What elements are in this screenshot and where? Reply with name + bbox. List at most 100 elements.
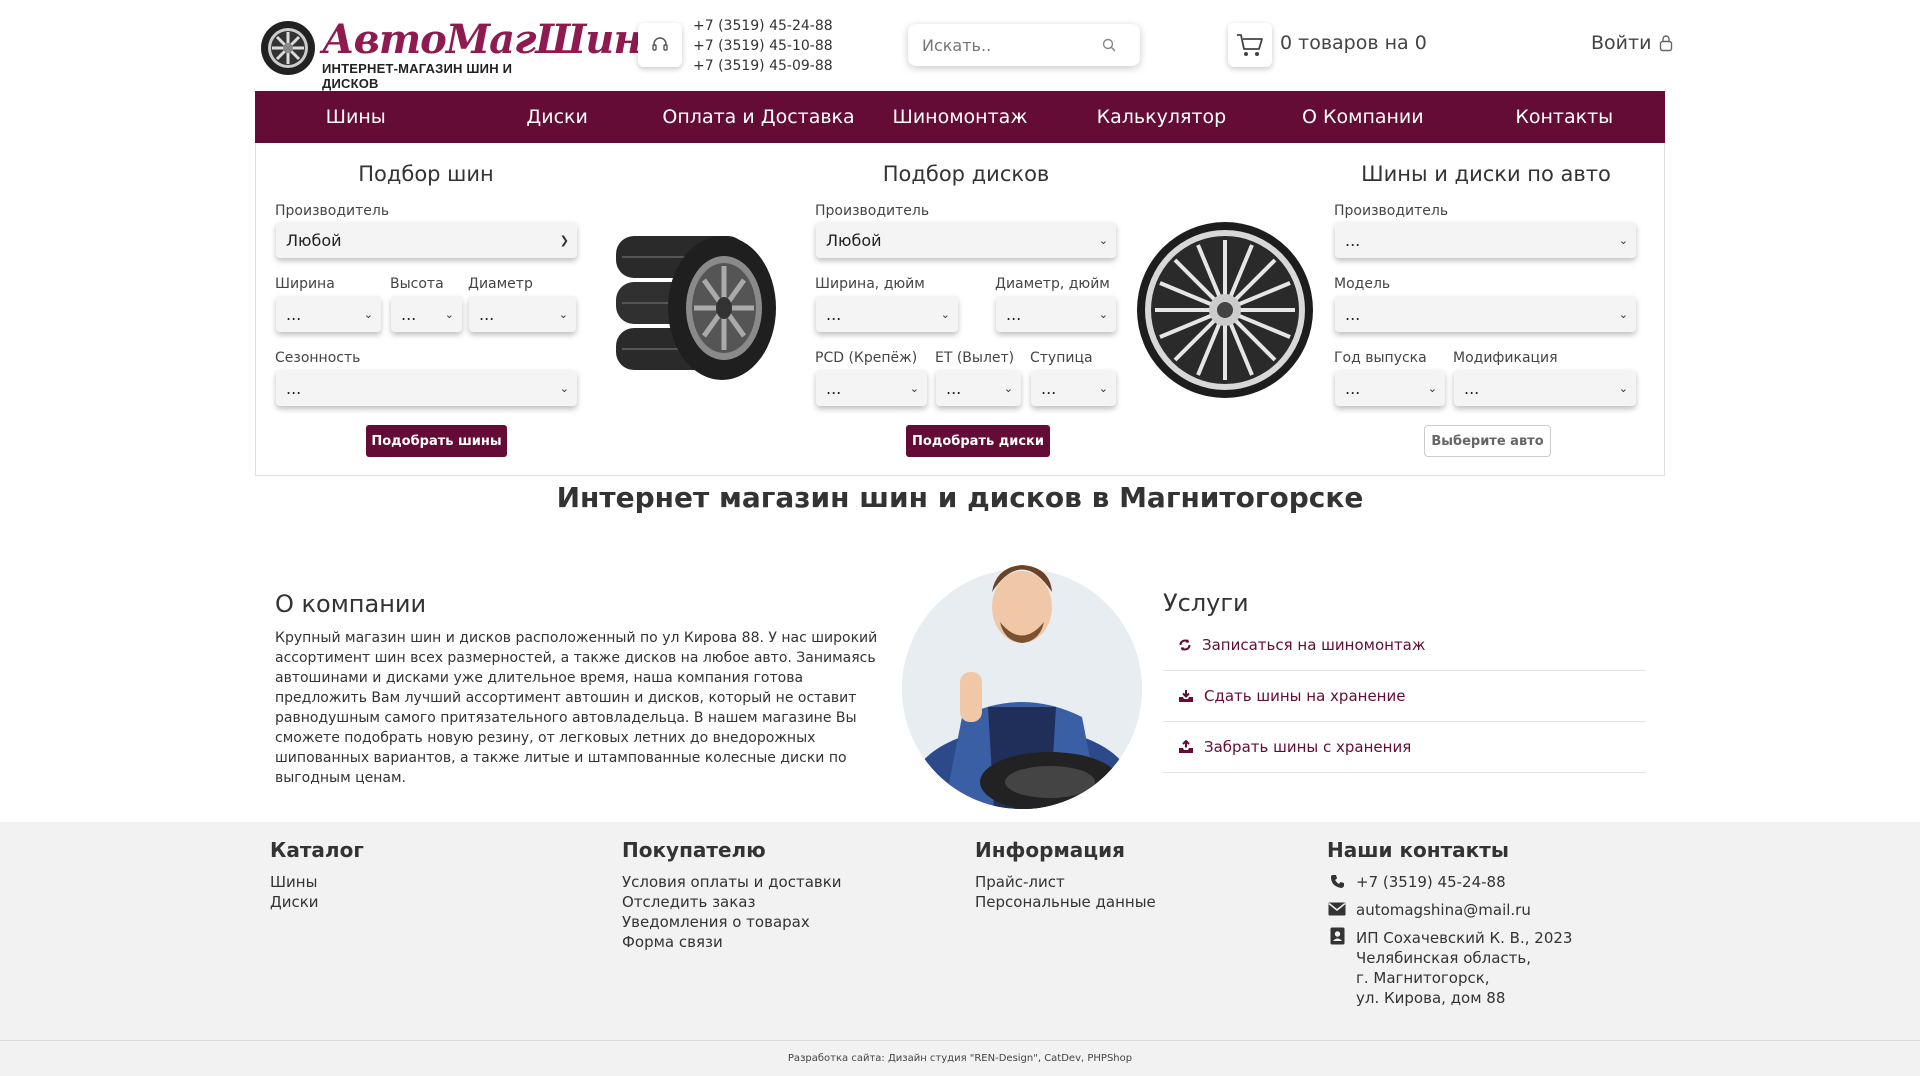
footer-credits: Разработка сайта: Дизайн студия "REN-Des… — [0, 1040, 1920, 1076]
search-input[interactable] — [922, 35, 1092, 55]
services-title: Услуги — [1163, 589, 1249, 617]
address-line: Челябинская область, — [1356, 949, 1532, 967]
tyre-width-select[interactable]: ... ⌄ — [276, 296, 381, 332]
logo-subtitle: ИНТЕРНЕТ-МАГАЗИН ШИН И ДИСКОВ — [322, 61, 513, 91]
address-line: ул. Кирова, дом 88 — [1356, 989, 1506, 1007]
tyre-height-select[interactable]: ... ⌄ — [391, 296, 462, 332]
alloy-disc-image — [1137, 222, 1313, 398]
car-year-select[interactable]: ... ⌄ — [1335, 370, 1445, 406]
tray-download-icon — [1179, 690, 1193, 702]
select-value: Любой — [826, 230, 882, 250]
nav-item-payment-delivery[interactable]: Оплата и Доставка — [658, 91, 859, 143]
cart-summary[interactable]: 0 товаров на 0 — [1280, 32, 1427, 54]
select-value: ... — [1345, 230, 1361, 250]
chevron-down-icon: ❯ — [559, 233, 569, 247]
logo-title: АвтоМагШина — [322, 16, 667, 63]
select-value: ... — [1464, 378, 1480, 398]
lock-icon — [1660, 35, 1673, 52]
chevron-down-icon: ⌄ — [1003, 381, 1013, 395]
tyre-season-select[interactable]: ... ⌄ — [276, 370, 577, 406]
tyre-manufacturer-select[interactable]: Любой ❯ — [276, 222, 577, 258]
service-link-tyre-fitting[interactable]: Записаться на шиномонтаж — [1163, 620, 1646, 671]
address-line: ИП Сохачевский К. В., 2023 — [1356, 929, 1573, 947]
footer-link[interactable]: Условия оплаты и доставки — [622, 872, 842, 892]
select-value: ... — [286, 304, 302, 324]
disc-hub-select[interactable]: ... ⌄ — [1031, 370, 1116, 406]
footer-catalog-title: Каталог — [270, 838, 364, 862]
footer-phone[interactable]: +7 (3519) 45-24-88 — [1356, 872, 1506, 892]
select-value: ... — [826, 378, 842, 398]
nav-item-about[interactable]: О Компании — [1262, 91, 1463, 143]
disc-pcd-select[interactable]: ... ⌄ — [816, 370, 927, 406]
chevron-down-icon: ⌄ — [363, 307, 373, 321]
disc-selector-title: Подбор дисков — [882, 162, 1050, 186]
about-text: Крупный магазин шин и дисков расположенн… — [275, 630, 878, 786]
chevron-down-icon: ⌄ — [1618, 233, 1628, 247]
tyre-height-label: Высота — [390, 276, 444, 292]
phone-number[interactable]: +7 (3519) 45-09-88 — [693, 56, 833, 76]
chevron-down-icon: ⌄ — [1618, 307, 1628, 321]
headset-icon — [652, 37, 668, 51]
tyre-width-label: Ширина — [275, 276, 335, 292]
phone-number[interactable]: +7 (3519) 45-10-88 — [693, 36, 833, 56]
nav-item-discs[interactable]: Диски — [456, 91, 657, 143]
tyre-diameter-select[interactable]: ... ⌄ — [469, 296, 576, 332]
site-logo[interactable]: АвтоМагШина ИНТЕРНЕТ-МАГАЗИН ШИН И ДИСКО… — [260, 18, 667, 91]
footer-link[interactable]: Диски — [270, 892, 319, 912]
footer-catalog-links: Шины Диски — [270, 872, 319, 912]
find-discs-button[interactable]: Подобрать диски — [906, 425, 1050, 457]
select-value: ... — [1041, 378, 1057, 398]
cart-button[interactable] — [1228, 23, 1272, 67]
footer-link[interactable]: Отследить заказ — [622, 892, 842, 912]
login-link[interactable]: Войти — [1591, 32, 1673, 54]
chevron-down-icon: ⌄ — [1618, 381, 1628, 395]
select-value: ... — [826, 304, 842, 324]
headset-button[interactable] — [638, 23, 682, 67]
footer-link[interactable]: Шины — [270, 872, 319, 892]
service-link-store-tyres[interactable]: Сдать шины на хранение — [1163, 671, 1646, 722]
select-value: ... — [1345, 304, 1361, 324]
service-label: Записаться на шиномонтаж — [1202, 636, 1426, 654]
search-box — [908, 24, 1140, 66]
nav-item-tyres[interactable]: Шины — [255, 91, 456, 143]
nav-item-calculator[interactable]: Калькулятор — [1061, 91, 1262, 143]
chevron-down-icon: ⌄ — [444, 307, 454, 321]
car-modification-select[interactable]: ... ⌄ — [1454, 370, 1636, 406]
phone-number[interactable]: +7 (3519) 45-24-88 — [693, 16, 833, 36]
find-tyres-button[interactable]: Подобрать шины — [366, 425, 507, 457]
footer-link[interactable]: Прайс-лист — [975, 872, 1156, 892]
car-manufacturer-select[interactable]: ... ⌄ — [1335, 222, 1636, 258]
select-value: ... — [1006, 304, 1022, 324]
chevron-down-icon: ⌄ — [559, 381, 569, 395]
refresh-icon — [1179, 639, 1191, 651]
footer-link[interactable]: Персональные данные — [975, 892, 1156, 912]
car-model-select[interactable]: ... ⌄ — [1335, 296, 1636, 332]
footer-buyer-links: Условия оплаты и доставки Отследить зака… — [622, 872, 842, 952]
credits-text[interactable]: Разработка сайта: Дизайн студия "REN-Des… — [788, 1053, 1132, 1064]
search-icon[interactable] — [1102, 38, 1116, 52]
nav-item-contacts[interactable]: Контакты — [1464, 91, 1665, 143]
byauto-selector-title: Шины и диски по авто — [1361, 162, 1611, 186]
disc-width-label: Ширина, дюйм — [815, 276, 925, 292]
service-link-retrieve-tyres[interactable]: Забрать шины с хранения — [1163, 722, 1646, 773]
footer-email[interactable]: automagshina@mail.ru — [1356, 900, 1531, 920]
choose-car-button[interactable]: Выберите авто — [1424, 425, 1551, 457]
disc-manufacturer-select[interactable]: Любой ⌄ — [816, 222, 1116, 258]
disc-hub-label: Ступица — [1030, 350, 1093, 366]
select-value: Любой — [286, 230, 342, 250]
disc-diameter-label: Диаметр, дюйм — [995, 276, 1110, 292]
chevron-down-icon: ⌄ — [1098, 381, 1108, 395]
footer-address: ИП Сохачевский К. В., 2023 Челябинская о… — [1356, 928, 1572, 1008]
cart-icon — [1237, 34, 1263, 56]
disc-width-select[interactable]: ... ⌄ — [816, 296, 958, 332]
car-manufacturer-label: Производитель — [1334, 203, 1449, 219]
footer-link[interactable]: Форма связи — [622, 932, 842, 952]
phone-list: +7 (3519) 45-24-88 +7 (3519) 45-10-88 +7… — [693, 16, 833, 76]
service-label: Сдать шины на хранение — [1204, 687, 1406, 705]
disc-et-select[interactable]: ... ⌄ — [936, 370, 1021, 406]
footer-link[interactable]: Уведомления о товарах — [622, 912, 842, 932]
chevron-down-icon: ⌄ — [1098, 307, 1108, 321]
disc-diameter-select[interactable]: ... ⌄ — [996, 296, 1116, 332]
nav-item-tyre-service[interactable]: Шиномонтаж — [859, 91, 1060, 143]
car-model-label: Модель — [1334, 276, 1391, 292]
